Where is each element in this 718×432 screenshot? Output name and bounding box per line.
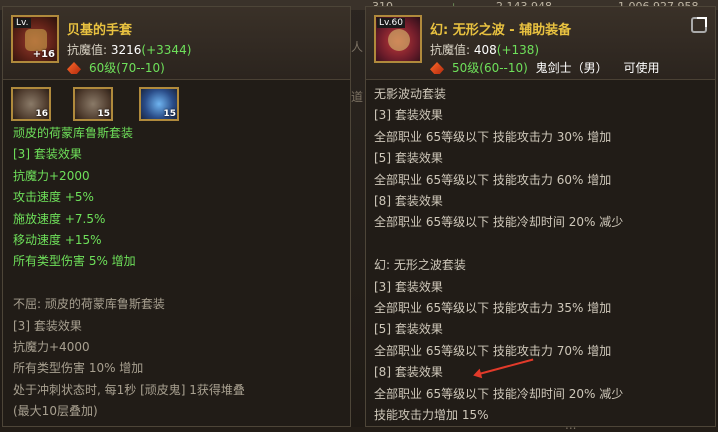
- level-badge: Lv.60: [377, 18, 405, 28]
- item-tooltip-right: Lv.60 幻: 无形之波 - 辅助装备 抗魔值: 408(+138) 50级(…: [365, 6, 716, 427]
- set-effect-line: [3] 套装效果: [374, 108, 443, 123]
- set-effect-line: 全部职业 65等级以下 技能攻击力 60% 增加: [374, 172, 612, 187]
- background-text: 道: [351, 90, 364, 104]
- set-effect-line: 技能攻击力增加 15%: [374, 408, 489, 422]
- glove-icon: [25, 29, 47, 51]
- stat-bonus: (+138): [496, 43, 540, 57]
- set-effect-line: 移动速度 +15%: [13, 233, 102, 247]
- level-requirement: 50级(60--10) 鬼剑士（男） 可使用: [430, 59, 660, 76]
- item-stat: 抗魔值: 3216(+3344): [67, 41, 191, 58]
- set-effect-line: [5] 套装效果: [374, 322, 443, 337]
- tooltip-header: Lv. +16 贝基的手套 抗魔值: 3216(+3344) 60级(70--1…: [3, 7, 350, 80]
- set-effect-line: 所有类型伤害 5% 增加: [13, 254, 136, 269]
- set-effect-line: [3] 套装效果: [13, 147, 82, 162]
- set-effect-line: 抗魔力+2000: [13, 168, 90, 183]
- set-effect-line: 全部职业 65等级以下 技能攻击力 70% 增加: [374, 343, 612, 358]
- set-effect-line: 处于冲刺状态时, 每1秒 [顽皮鬼] 1获得堆叠: [13, 382, 245, 397]
- class-requirement: 鬼剑士（男）: [535, 61, 608, 75]
- tooltip-header: Lv.60 幻: 无形之波 - 辅助装备 抗魔值: 408(+138) 50级(…: [366, 7, 715, 80]
- stat-bonus: (+3344): [141, 43, 192, 57]
- set-effect-line: 无影波动套装: [374, 87, 447, 101]
- set-effect-line: [3] 套装效果: [374, 279, 443, 294]
- set-effect-line: [8] 套装效果: [374, 365, 443, 380]
- share-icon[interactable]: [691, 17, 707, 33]
- bracer-icon[interactable]: 15: [73, 87, 113, 121]
- flame-icon: [67, 62, 81, 74]
- stat-value: 408: [473, 43, 497, 57]
- item-thumbnail: Lv. +16: [11, 15, 59, 63]
- background-text: 人: [351, 40, 364, 54]
- level-badge: Lv.: [14, 18, 31, 28]
- stat-value: 3216: [110, 43, 142, 57]
- flame-icon: [430, 62, 444, 74]
- item-tooltip-left: Lv. +16 贝基的手套 抗魔值: 3216(+3344) 60级(70--1…: [2, 6, 351, 427]
- set-effect-line: 全部职业 65等级以下 技能攻击力 30% 增加: [374, 129, 612, 144]
- level-requirement: 60级(70--10): [67, 59, 165, 76]
- set-effect-line: 施放速度 +7.5%: [13, 211, 106, 226]
- set-effect-line: 抗魔力+4000: [13, 340, 90, 354]
- stat-label: 抗魔值:: [430, 43, 471, 57]
- enhance-level: +16: [32, 49, 55, 60]
- set-effect-line: 攻击速度 +5%: [13, 190, 94, 205]
- set-effect-line: 全部职业 65等级以下 技能冷却时间 20% 减少: [374, 215, 624, 230]
- level-range: 60级(70--10): [89, 61, 165, 75]
- set-effect-line: [3] 套装效果: [13, 318, 82, 333]
- set-effect-line: 全部职业 65等级以下 技能冷却时间 20% 减少: [374, 386, 624, 401]
- accessory-icon: [388, 29, 410, 51]
- set-effect-line: 全部职业 65等级以下 技能攻击力 35% 增加: [374, 301, 612, 315]
- item-name: 贝基的手套: [67, 23, 133, 38]
- item-stat: 抗魔值: 408(+138): [430, 41, 539, 58]
- set-effect-line: (最大10层叠加): [13, 404, 98, 419]
- level-range: 50级(60--10): [452, 61, 528, 75]
- orb-icon[interactable]: 15: [139, 87, 179, 121]
- stat-label: 抗魔值:: [67, 43, 108, 57]
- set-effect-line: 不屈: 顽皮的荷蒙库鲁斯套装: [13, 297, 165, 312]
- set-effect-line: 所有类型伤害 10% 增加: [13, 361, 144, 376]
- item-thumbnail: Lv.60: [374, 15, 422, 63]
- gauntlet-icon[interactable]: 16: [11, 87, 51, 121]
- usable-status: 可使用: [623, 61, 660, 75]
- set-effect-line: 顽皮的荷蒙库鲁斯套装: [13, 126, 134, 140]
- set-effect-line: [5] 套装效果: [374, 151, 443, 166]
- set-effect-line: 幻: 无形之波套装: [374, 258, 466, 273]
- set-effect-line: [8] 套装效果: [374, 194, 443, 208]
- item-name: 幻: 无形之波 - 辅助装备: [430, 23, 572, 38]
